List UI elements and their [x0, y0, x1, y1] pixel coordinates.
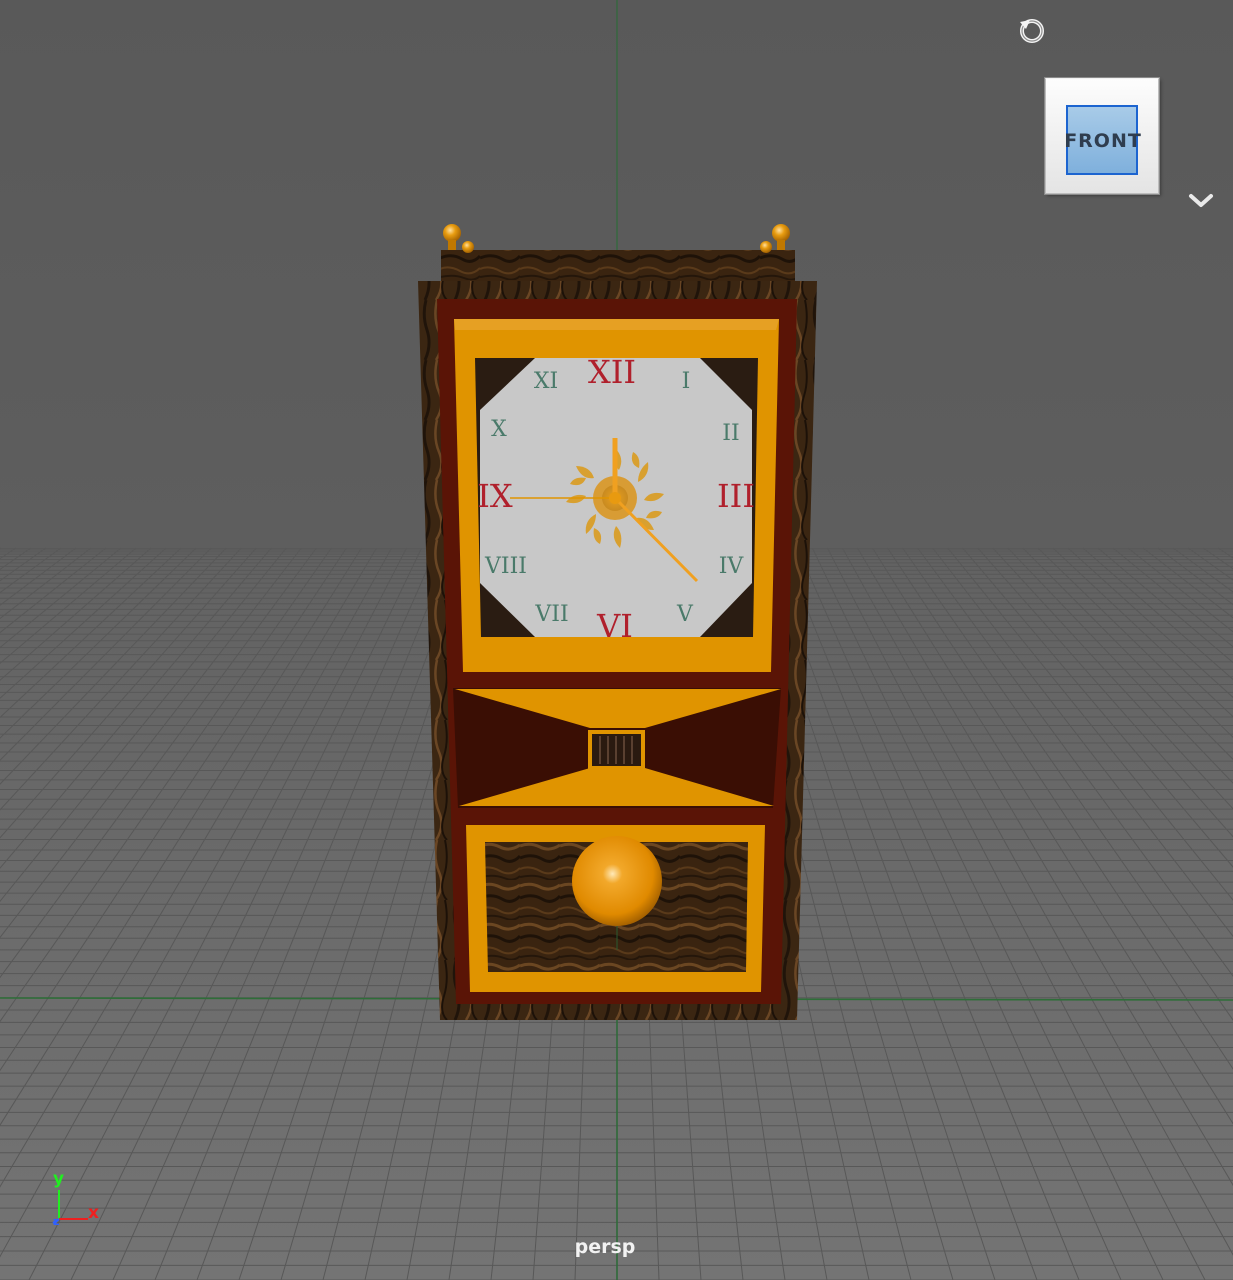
clock-top-cap [441, 250, 795, 282]
orbit-icon[interactable] [1016, 14, 1048, 46]
pendulum-bob [572, 836, 662, 926]
y-axis-label: y [53, 1169, 64, 1189]
z-axis-label: z [53, 1215, 59, 1228]
view-cube-label: FRONT [1064, 130, 1142, 152]
numeral-ix: IX [477, 477, 513, 515]
3d-viewport[interactable]: XII I II III IV V VI VII VIII IX X XI FR… [0, 0, 1233, 1280]
numeral-x: X [491, 417, 507, 442]
chevron-down-icon[interactable] [1186, 190, 1216, 212]
finial-left [443, 224, 461, 242]
numeral-viii: VIII [484, 554, 527, 579]
finial-right [772, 224, 790, 242]
numeral-iv: IV [719, 554, 745, 579]
numeral-i: I [682, 369, 691, 394]
camera-label: persp [574, 1236, 636, 1258]
view-cube[interactable]: FRONT [1045, 78, 1159, 194]
clock-model: XII I II III IV V VI VII VIII IX X XI [418, 224, 817, 1020]
numeral-vii: VII [534, 602, 568, 627]
numeral-xii: XII [588, 353, 636, 391]
numeral-iii: III [717, 477, 755, 515]
numeral-v: V [676, 602, 694, 627]
numeral-xi: XI [534, 369, 558, 394]
axis-gizmo: y x z [44, 1164, 114, 1234]
numeral-vi: VI [596, 607, 633, 645]
x-axis-label: x [88, 1203, 99, 1223]
numeral-ii: II [722, 421, 739, 446]
